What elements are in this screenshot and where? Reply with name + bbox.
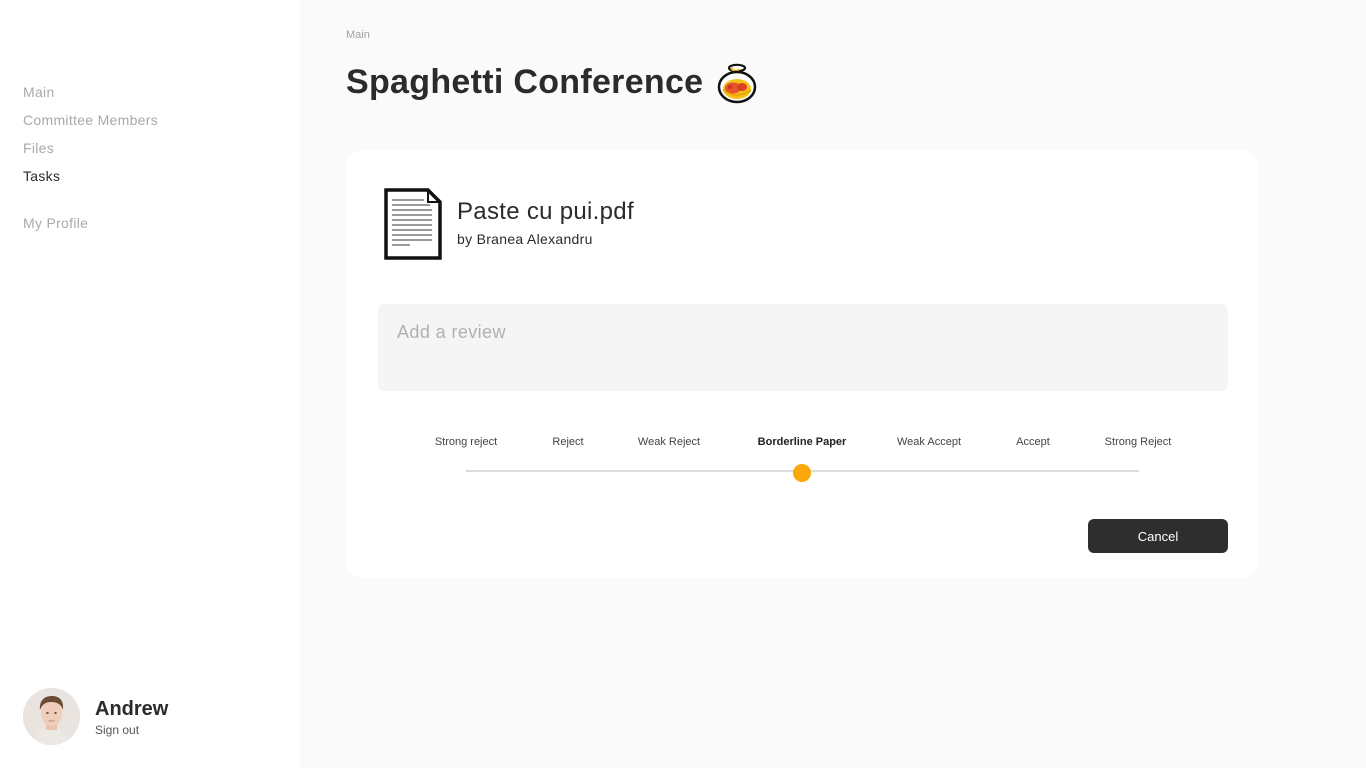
document-icon <box>384 188 442 260</box>
rating-option-weak-accept[interactable]: Weak Accept <box>897 436 961 448</box>
cancel-button[interactable]: Cancel <box>1088 519 1228 553</box>
rating-scale-labels: Strong reject Reject Weak Reject Borderl… <box>346 436 1258 452</box>
user-photo-icon <box>23 688 80 745</box>
user-info: Andrew Sign out <box>95 697 168 737</box>
sidebar-item-my-profile[interactable]: My Profile <box>23 213 88 241</box>
sign-out-link[interactable]: Sign out <box>95 723 168 737</box>
paper-file-name[interactable]: Paste cu pui.pdf <box>457 198 634 226</box>
rating-option-weak-reject[interactable]: Weak Reject <box>638 436 700 448</box>
rating-option-reject[interactable]: Reject <box>552 436 583 448</box>
sidebar-nav: Main Committee Members Files Tasks My Pr… <box>23 82 158 231</box>
review-card: Paste cu pui.pdf by Branea Alexandru Str… <box>346 150 1258 578</box>
breadcrumb[interactable]: Main <box>346 29 370 41</box>
rating-option-strong-reject-end[interactable]: Strong Reject <box>1105 436 1172 448</box>
paper-author: by Branea Alexandru <box>457 231 593 247</box>
page-title: Spaghetti Conference <box>346 62 704 101</box>
rating-slider-thumb[interactable] <box>793 464 811 482</box>
page-title-row: Spaghetti Conference <box>346 60 757 104</box>
sidebar-item-committee-members[interactable]: Committee Members <box>23 110 158 138</box>
spaghetti-bowl-icon <box>718 63 757 104</box>
sidebar-item-tasks[interactable]: Tasks <box>23 166 158 194</box>
sidebar: Main Committee Members Files Tasks My Pr… <box>0 0 300 768</box>
review-input[interactable] <box>378 304 1228 391</box>
rating-option-strong-reject[interactable]: Strong reject <box>435 436 497 448</box>
sidebar-item-main[interactable]: Main <box>23 82 158 110</box>
sidebar-item-files[interactable]: Files <box>23 138 158 166</box>
rating-option-accept[interactable]: Accept <box>1016 436 1050 448</box>
rating-option-borderline-paper[interactable]: Borderline Paper <box>758 436 847 448</box>
user-panel: Andrew Sign out <box>23 688 168 745</box>
user-name: Andrew <box>95 697 169 720</box>
avatar[interactable] <box>23 688 80 745</box>
